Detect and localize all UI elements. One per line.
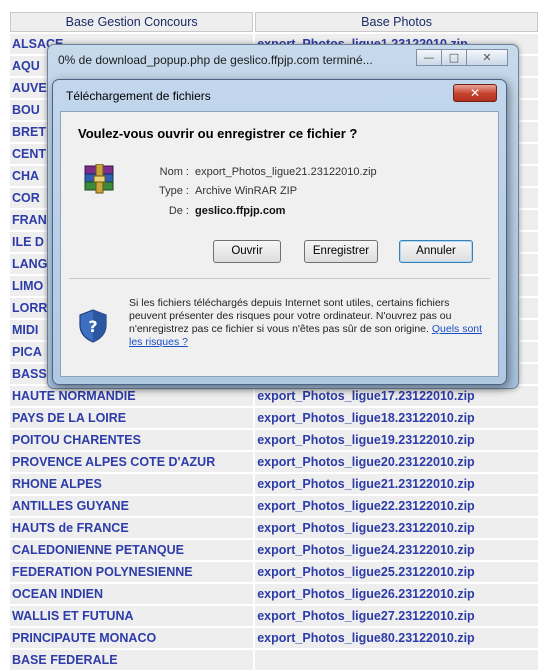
file-from-label: De : xyxy=(168,205,189,217)
ligue-name-cell[interactable]: HAUTE NORMANDIE xyxy=(10,386,254,406)
table-row: PRINCIPAUTE MONACO export_Photos_ligue80.… xyxy=(10,628,538,648)
ligue-name-cell[interactable]: PAYS DE LA LOIRE xyxy=(10,408,254,428)
save-button[interactable]: Enregistrer xyxy=(304,240,378,263)
close-icon: ✕ xyxy=(482,51,492,64)
table-header-row: Base Gestion Concours Base Photos xyxy=(10,12,538,32)
progress-window-title: 0% de download_popup.php de geslico.ffpj… xyxy=(58,53,373,67)
dialog-close-button[interactable]: ✕ xyxy=(453,84,497,102)
ligue-name-cell[interactable]: WALLIS ET FUTUNA xyxy=(10,606,254,626)
file-type-value: Archive WinRAR ZIP xyxy=(195,185,298,197)
table-row: PAYS DE LA LOIRE export_Photos_ligue18.23… xyxy=(10,408,538,428)
file-name-label: Nom : xyxy=(159,166,189,178)
close-icon: ✕ xyxy=(469,86,481,100)
table-row: HAUTS de FRANCE export_Photos_ligue23.231… xyxy=(10,518,538,538)
photos-zip-link[interactable]: export_Photos_ligue80.23122010.zip xyxy=(255,628,538,648)
photos-zip-link[interactable]: export_Photos_ligue25.23122010.zip xyxy=(255,562,538,582)
header-base-gestion-concours: Base Gestion Concours xyxy=(10,12,254,32)
ligue-name-cell[interactable]: CALEDONIENNE PETANQUE xyxy=(10,540,254,560)
dialog-question: Voulez-vous ouvrir ou enregistrer ce fic… xyxy=(78,126,358,141)
ligue-name-cell[interactable]: POITOU CHARENTES xyxy=(10,430,254,450)
table-row: FEDERATION POLYNESIENNE export_Photos_lig… xyxy=(10,562,538,582)
progress-close-button[interactable]: ✕ xyxy=(466,49,508,66)
dialog-title: Téléchargement de fichiers xyxy=(66,89,211,103)
ligue-name-cell[interactable]: PROVENCE ALPES COTE D'AZUR xyxy=(10,452,254,472)
table-row: OCEAN INDIEN export_Photos_ligue26.231220… xyxy=(10,584,538,604)
table-row: BASE FEDERALE xyxy=(10,650,538,670)
ligue-name-cell[interactable]: FEDERATION POLYNESIENNE xyxy=(10,562,254,582)
ligue-name-cell[interactable]: BASE FEDERALE xyxy=(10,650,254,670)
file-from-value: geslico.ffpjp.com xyxy=(195,205,286,217)
photos-zip-link[interactable]: export_Photos_ligue22.23122010.zip xyxy=(255,496,538,516)
photos-zip-link[interactable]: export_Photos_ligue24.23122010.zip xyxy=(255,540,538,560)
table-row: ANTILLES GUYANE export_Photos_ligue22.231… xyxy=(10,496,538,516)
shield-icon: ? xyxy=(78,309,108,347)
photos-zip-link[interactable]: export_Photos_ligue23.23122010.zip xyxy=(255,518,538,538)
photos-zip-link[interactable]: export_Photos_ligue21.23122010.zip xyxy=(255,474,538,494)
ligue-name-cell[interactable]: OCEAN INDIEN xyxy=(10,584,254,604)
photos-zip-link[interactable]: export_Photos_ligue26.23122010.zip xyxy=(255,584,538,604)
table-row: RHONE ALPES export_Photos_ligue21.2312201… xyxy=(10,474,538,494)
table-row: CALEDONIENNE PETANQUE export_Photos_ligue… xyxy=(10,540,538,560)
maximize-icon: □ xyxy=(448,51,460,64)
minimize-icon: — xyxy=(423,51,435,64)
file-type-label: Type : xyxy=(159,185,189,197)
photos-zip-link[interactable]: export_Photos_ligue17.23122010.zip xyxy=(255,386,538,406)
table-row: POITOU CHARENTES export_Photos_ligue19.23… xyxy=(10,430,538,450)
dialog-body: Voulez-vous ouvrir ou enregistrer ce fic… xyxy=(60,111,499,377)
ligue-name-cell[interactable]: HAUTS de FRANCE xyxy=(10,518,254,538)
maximize-button[interactable]: □ xyxy=(441,49,467,66)
photos-zip-link[interactable]: export_Photos_ligue19.23122010.zip xyxy=(255,430,538,450)
table-row: WALLIS ET FUTUNA export_Photos_ligue27.23… xyxy=(10,606,538,626)
cancel-button[interactable]: Annuler xyxy=(399,240,473,263)
ligue-name-cell[interactable]: RHONE ALPES xyxy=(10,474,254,494)
photos-zip-link[interactable]: export_Photos_ligue18.23122010.zip xyxy=(255,408,538,428)
table-row: HAUTE NORMANDIE export_Photos_ligue17.231… xyxy=(10,386,538,406)
ligue-name-cell[interactable]: PRINCIPAUTE MONACO xyxy=(10,628,254,648)
photos-zip-link[interactable]: export_Photos_ligue20.23122010.zip xyxy=(255,452,538,472)
svg-text:?: ? xyxy=(88,317,97,336)
photos-zip-link[interactable] xyxy=(255,650,538,670)
open-button[interactable]: Ouvrir xyxy=(213,240,281,263)
file-download-dialog: Téléchargement de fichiers ✕ Voulez-vous… xyxy=(52,79,507,385)
table-row: PROVENCE ALPES COTE D'AZUR export_Photos_… xyxy=(10,452,538,472)
ligue-name-cell[interactable]: ANTILLES GUYANE xyxy=(10,496,254,516)
warning-text: Si les fichiers téléchargés depuis Inter… xyxy=(129,297,452,335)
security-warning: Si les fichiers téléchargés depuis Inter… xyxy=(129,297,489,349)
file-name-value: export_Photos_ligue21.23122010.zip xyxy=(195,166,377,178)
dialog-separator xyxy=(69,278,490,279)
minimize-button[interactable]: — xyxy=(416,49,442,66)
photos-zip-link[interactable]: export_Photos_ligue27.23122010.zip xyxy=(255,606,538,626)
header-base-photos: Base Photos xyxy=(255,12,538,32)
